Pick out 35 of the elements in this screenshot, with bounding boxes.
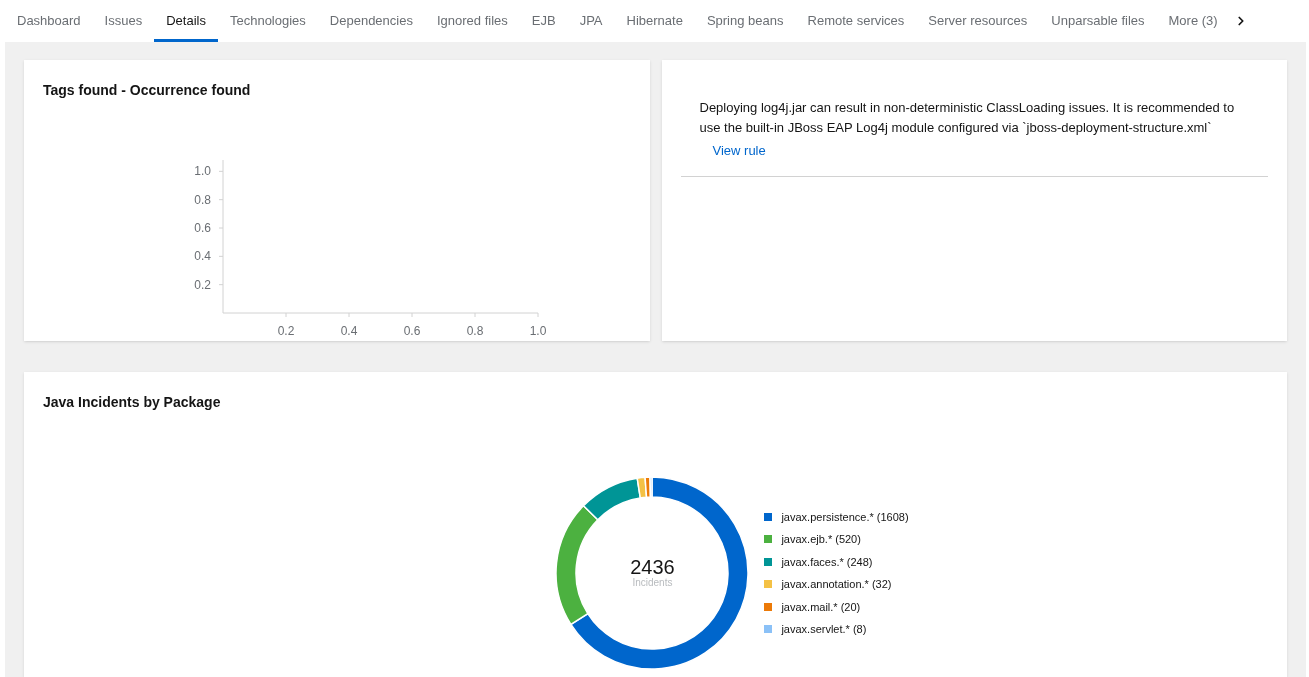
legend-label: javax.faces.* (248) [781, 554, 873, 570]
tab[interactable]: Remote services [795, 0, 917, 42]
card-title: Java Incidents by Package [43, 393, 222, 412]
legend-label: javax.servlet.* (8) [781, 622, 867, 637]
y-tick-label: 1.0 [194, 164, 211, 179]
legend-label: javax.ejb.* (520) [781, 532, 861, 547]
tab[interactable]: Ignored files [424, 0, 520, 42]
tab[interactable]: Hibernate [614, 0, 695, 42]
x-tick-label: 0.4 [340, 324, 358, 338]
tab[interactable]: Unparsable files [1039, 0, 1157, 42]
legend-label: javax.annotation.* (32) [781, 577, 892, 592]
total-label: Incidents [632, 577, 673, 589]
tab[interactable]: Technologies [217, 0, 318, 42]
x-tick-label: 1.0 [529, 324, 547, 338]
tab[interactable]: EJB [519, 0, 568, 42]
legend-label: javax.mail.* (20) [781, 599, 861, 615]
y-tick-label: 0.4 [194, 249, 211, 264]
x-tick-label: 0.6 [403, 324, 421, 338]
tab[interactable]: Dependencies [317, 0, 425, 42]
y-tick-label: 0.2 [194, 277, 211, 292]
legend-label: javax.persistence.* (1608) [781, 509, 909, 525]
tab[interactable]: JPA [567, 0, 615, 42]
x-tick-label: 0.8 [466, 324, 484, 338]
tab[interactable]: Server resources [916, 0, 1040, 42]
y-tick-label: 0.6 [194, 221, 211, 235]
total-count: 2436 [630, 557, 675, 577]
card-title: Tags found - Occurrence found [43, 81, 252, 100]
tab[interactable]: More (3) [1156, 0, 1230, 42]
x-tick-label: 0.2 [277, 324, 295, 338]
tab[interactable]: Issues [92, 0, 155, 42]
tab[interactable]: Dashboard [5, 0, 93, 42]
y-tick-label: 0.8 [194, 192, 211, 207]
rule-message: Deploying log4j.jar can result in non-deterministic ClassLoading issues. It is recommended to use the built-in JBoss EAP Log4j module configured via `jboss-deployment-structure.xml` [699, 99, 1236, 137]
tab[interactable]: Spring beans [694, 0, 796, 42]
view-rule-link[interactable]: View rule [712, 141, 766, 161]
